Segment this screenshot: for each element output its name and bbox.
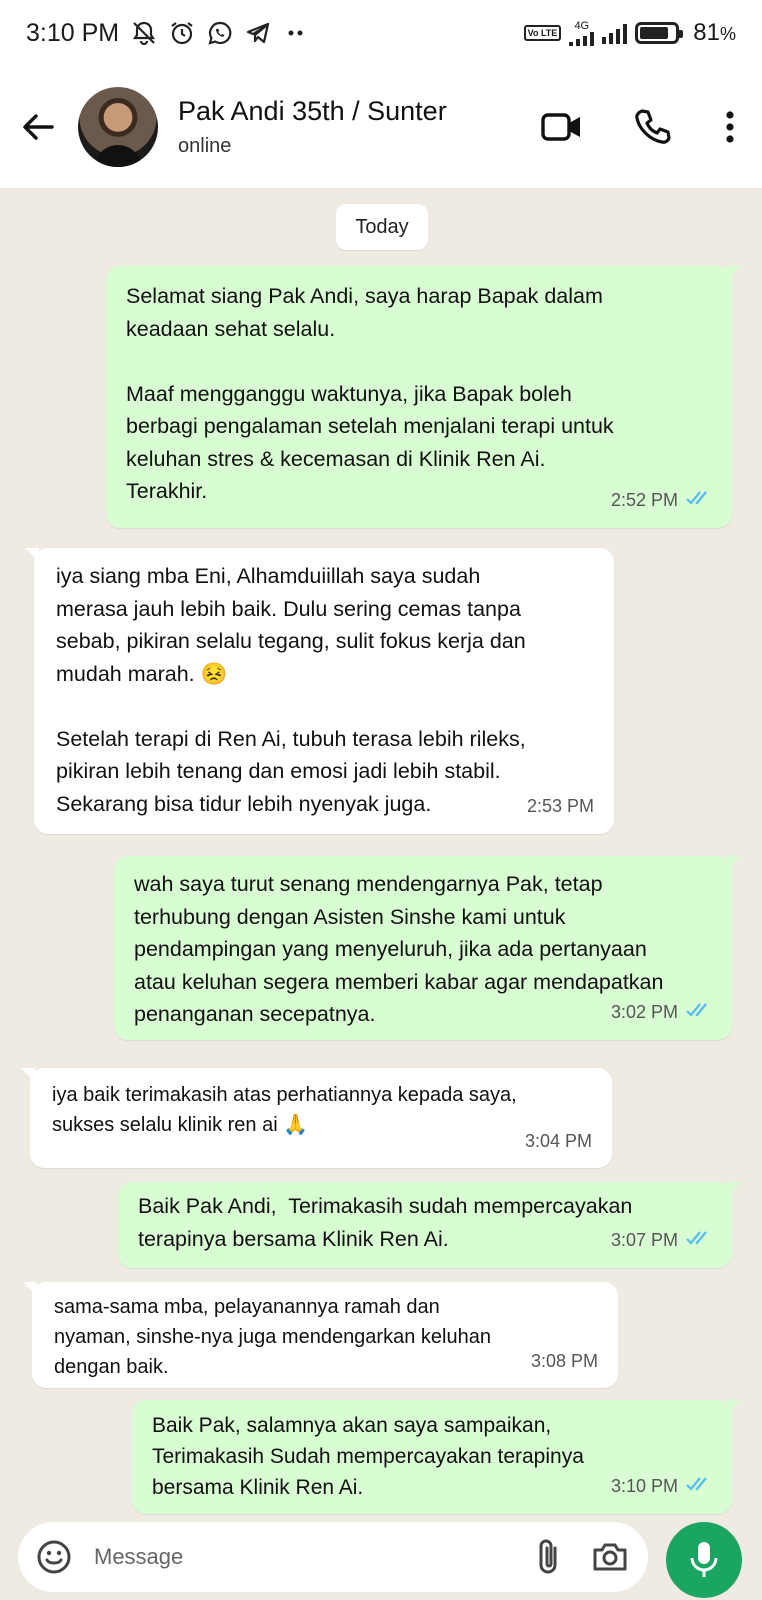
read-receipt-icon — [686, 484, 712, 517]
signal-bars-icon — [569, 31, 595, 46]
message-incoming[interactable]: iya baik terimakasih atas perhatiannya k… — [21, 1068, 612, 1168]
alarm-icon — [167, 18, 197, 48]
telegram-icon — [243, 18, 273, 48]
back-arrow-icon[interactable] — [18, 107, 58, 147]
read-receipt-icon — [686, 1224, 712, 1257]
signal-bars-icon — [602, 22, 628, 44]
message-time: 3:04 PM — [524, 1131, 592, 1151]
message-outgoing[interactable]: wah saya turut senang mendengarnya Pak, … — [114, 856, 741, 1040]
message-composer[interactable]: Message — [18, 1522, 648, 1592]
volte-icon: Vo LTE — [523, 25, 562, 41]
battery-percent-sign: % — [719, 24, 736, 44]
message-input[interactable]: Message — [94, 1544, 506, 1570]
day-separator: Today — [336, 204, 428, 250]
contact-avatar[interactable] — [78, 87, 158, 167]
message-text: Selamat siang Pak Andi, saya harap Bapak… — [126, 284, 614, 503]
message-outgoing[interactable]: Baik Pak, salamnya akan saya sampaikan, … — [132, 1400, 741, 1514]
status-time: 3:10 PM — [26, 18, 120, 47]
message-incoming[interactable]: iya siang mba Eni, Alhamduiillah saya su… — [25, 548, 614, 834]
message-outgoing[interactable]: Selamat siang Pak Andi, saya harap Bapak… — [106, 266, 741, 528]
chat-header: Pak Andi 35th / Sunter online — [0, 66, 762, 188]
attach-icon[interactable] — [528, 1537, 568, 1577]
whatsapp-icon — [205, 18, 235, 48]
read-receipt-icon — [686, 1471, 712, 1502]
contact-name: Pak Andi 35th / Sunter — [178, 96, 447, 126]
message-text: sama-sama mba, pelayanannya ramah dan ny… — [54, 1296, 491, 1378]
chat-area[interactable]: Today Selamat siang Pak Andi, saya harap… — [0, 188, 762, 1518]
network-type: 4G — [574, 19, 590, 32]
message-incoming[interactable]: sama-sama mba, pelayanannya ramah dan ny… — [23, 1282, 618, 1388]
mic-button[interactable] — [666, 1522, 742, 1598]
emoji-icon[interactable] — [36, 1539, 72, 1575]
status-bar: 3:10 PM Vo LTE 4G 81% — [0, 0, 762, 66]
message-time: 2:52 PM — [610, 489, 678, 510]
message-time: 2:53 PM — [526, 795, 594, 816]
mute-icon — [129, 18, 159, 48]
voice-call-icon[interactable] — [630, 105, 674, 149]
message-outgoing[interactable]: Baik Pak Andi, Terimakasih sudah memperc… — [118, 1182, 741, 1268]
contact-info[interactable]: Pak Andi 35th / Sunter online — [178, 96, 540, 158]
message-time: 3:10 PM — [610, 1476, 678, 1496]
battery-percent: 81 — [693, 19, 720, 46]
contact-presence: online — [178, 135, 232, 157]
overflow-menu-icon[interactable] — [720, 105, 740, 149]
message-time: 3:08 PM — [530, 1351, 598, 1371]
network-indicator: 4G — [569, 19, 595, 46]
message-time: 3:02 PM — [610, 1001, 678, 1022]
read-receipt-icon — [686, 996, 712, 1029]
camera-icon[interactable] — [590, 1537, 630, 1577]
message-text: iya baik terimakasih atas perhatiannya k… — [52, 1084, 517, 1136]
message-time: 3:07 PM — [610, 1229, 678, 1250]
video-call-icon[interactable] — [540, 105, 584, 149]
more-dots-icon — [281, 18, 311, 48]
mic-icon — [689, 1540, 719, 1580]
message-text: iya siang mba Eni, Alhamduiillah saya su… — [56, 564, 526, 816]
battery-icon — [635, 22, 684, 44]
